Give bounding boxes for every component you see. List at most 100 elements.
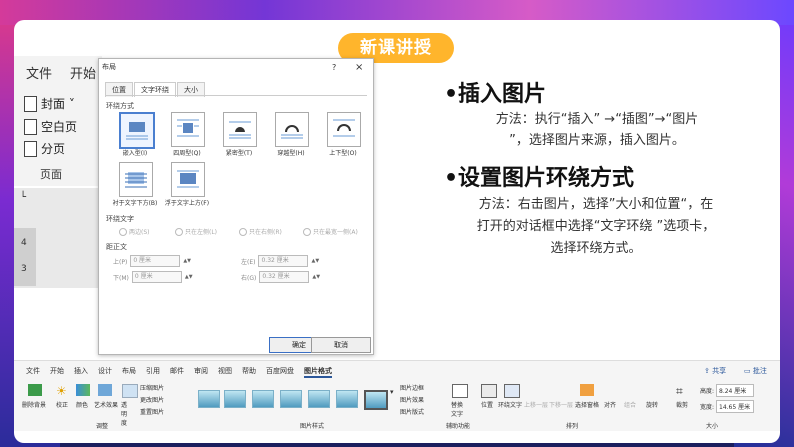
tab-design[interactable]: 设计 — [98, 366, 112, 378]
close-button[interactable]: × — [355, 62, 363, 73]
distance-top-input[interactable]: 0 厘米 — [130, 255, 181, 267]
distance-bottom-input[interactable]: 0 厘米 — [131, 271, 182, 283]
wrapping-method-line3: 选择环绕方式。 — [550, 241, 642, 256]
wrap-inline-icon — [126, 122, 148, 140]
radio-largest-only[interactable]: 只在最宽一侧(A) — [303, 227, 358, 236]
picture-style-thumbnail[interactable] — [308, 390, 330, 408]
vertical-ruler: 4 3 — [14, 228, 36, 286]
picture-style-thumbnail[interactable] — [224, 390, 246, 408]
spinner-icon[interactable]: ▲▼ — [185, 274, 193, 280]
spinner-icon[interactable]: ▲▼ — [311, 258, 319, 264]
tab-mailings[interactable]: 邮件 — [170, 366, 184, 378]
comments-button[interactable]: ▭ 批注 — [744, 366, 767, 376]
selection-pane-button[interactable]: 选择窗格 — [575, 400, 599, 409]
alt-text-button[interactable]: 替换文字 — [451, 400, 465, 418]
picture-style-thumbnail[interactable] — [198, 390, 220, 408]
help-button[interactable]: ? — [332, 63, 336, 72]
group-button[interactable]: 组合 — [624, 400, 636, 409]
share-label: 共享 — [712, 367, 727, 375]
tab-picture-format[interactable]: 图片格式 — [304, 366, 332, 378]
wrap-through-button[interactable] — [275, 112, 309, 147]
tab-help[interactable]: 帮助 — [242, 366, 256, 378]
wrap-text-button[interactable]: 环绕文字 — [498, 400, 522, 409]
tab-baidu-netdisk[interactable]: 百度网盘 — [266, 366, 294, 378]
ruler-mark: 3 — [21, 264, 27, 274]
tab-divider — [105, 95, 367, 96]
tab-start[interactable]: 开始 — [70, 67, 96, 82]
radio-both-sides[interactable]: 两边(S) — [119, 227, 150, 236]
crop-button[interactable]: 裁剪 — [676, 400, 688, 409]
wrap-inline-button[interactable] — [119, 112, 155, 149]
transparency-icon — [122, 384, 138, 398]
position-button[interactable]: 位置 — [481, 400, 493, 409]
picture-style-thumbnail-selected[interactable] — [364, 390, 388, 410]
size-group-label: 大小 — [706, 423, 719, 430]
adjust-group-label: 调整 — [96, 423, 109, 430]
artistic-effects-button[interactable]: 艺术效果 — [94, 400, 118, 409]
tab-view[interactable]: 视图 — [218, 366, 232, 378]
blank-page-button[interactable]: 空白页 — [24, 118, 77, 135]
share-button[interactable]: ⇪ 共享 — [704, 366, 726, 376]
wrap-style-heading: 环绕方式 — [106, 102, 134, 110]
tab-home[interactable]: 开始 — [50, 366, 64, 378]
tab-review[interactable]: 审阅 — [194, 366, 208, 378]
distance-top-label: 上(P) — [113, 258, 128, 266]
picture-border-button[interactable]: 图片边框 — [400, 383, 424, 392]
wrap-behind-text-button[interactable] — [119, 162, 153, 197]
page-break-button[interactable]: 分页 — [24, 140, 65, 157]
compress-pictures-button[interactable]: 压缩图片 — [140, 383, 164, 392]
send-backward-button[interactable]: 下移一层 — [549, 400, 573, 409]
picture-layout-button[interactable]: 图片版式 — [400, 407, 424, 416]
tab-insert[interactable]: 插入 — [74, 366, 88, 378]
cancel-button[interactable]: 取消 — [311, 337, 371, 353]
wrap-in-front-button[interactable] — [171, 162, 205, 197]
cover-page-button[interactable]: 封面 ˅ — [24, 95, 75, 112]
change-picture-button[interactable]: 更改图片 — [140, 395, 164, 404]
spinner-icon[interactable]: ▲▼ — [312, 274, 320, 280]
radio-right-only[interactable]: 只在右侧(R) — [239, 227, 282, 236]
wrap-square-button[interactable] — [171, 112, 205, 147]
wrap-square-label: 四周型(Q) — [173, 150, 201, 157]
tab-file[interactable]: 文件 — [26, 366, 40, 378]
wrap-top-bottom-icon — [333, 119, 355, 137]
comments-label: 批注 — [752, 367, 767, 375]
blank-page-label: 空白页 — [41, 120, 78, 134]
wrap-top-bottom-label: 上下型(O) — [329, 150, 357, 157]
wrap-in-front-icon — [177, 170, 199, 188]
radio-largest-only-label: 只在最宽一侧(A) — [313, 229, 358, 236]
spinner-icon[interactable]: ▲▼ — [183, 258, 191, 264]
radio-left-only[interactable]: 只在左侧(L) — [175, 227, 217, 236]
height-label: 高度: — [700, 388, 715, 395]
blank-page-icon — [24, 118, 37, 135]
distance-right-input[interactable]: 0.32 厘米 — [259, 271, 310, 283]
color-button[interactable]: 颜色 — [76, 400, 88, 409]
align-button[interactable]: 对齐 — [604, 400, 616, 409]
tab-stop-icon[interactable]: └ — [20, 192, 26, 203]
bring-forward-button[interactable]: 上移一层 — [524, 400, 548, 409]
picture-style-thumbnail[interactable] — [280, 390, 302, 408]
color-icon — [76, 384, 90, 396]
distance-top-field: 上(P) 0 厘米 ▲▼ — [113, 255, 191, 267]
picture-style-thumbnail[interactable] — [252, 390, 274, 408]
wrap-inline-label: 嵌入型(I) — [122, 150, 148, 157]
remove-background-button[interactable]: 删除背景 — [22, 400, 46, 409]
width-input[interactable]: 14.65 厘米 — [716, 400, 754, 413]
transparency-button[interactable]: 透明度 — [121, 400, 131, 427]
height-input[interactable]: 8.24 厘米 — [716, 384, 754, 397]
tab-references[interactable]: 引用 — [146, 366, 160, 378]
arrange-group-label: 排列 — [566, 423, 579, 430]
radio-right-only-label: 只在右侧(R) — [249, 229, 282, 236]
tab-file[interactable]: 文件 — [26, 67, 52, 82]
corrections-button[interactable]: 校正 — [56, 400, 68, 409]
distance-left-label: 左(E) — [241, 258, 256, 266]
gallery-more-icon[interactable]: ▾ — [390, 388, 394, 396]
picture-style-thumbnail[interactable] — [336, 390, 358, 408]
position-icon — [481, 384, 497, 398]
wrap-top-bottom-button[interactable] — [327, 112, 361, 147]
rotate-button[interactable]: 旋转 — [646, 400, 658, 409]
picture-effects-button[interactable]: 图片效果 — [400, 395, 424, 404]
distance-left-input[interactable]: 0.32 厘米 — [258, 255, 309, 267]
tab-layout[interactable]: 布局 — [122, 366, 136, 378]
wrap-tight-button[interactable] — [223, 112, 257, 147]
reset-picture-button[interactable]: 重置图片 — [140, 407, 164, 416]
